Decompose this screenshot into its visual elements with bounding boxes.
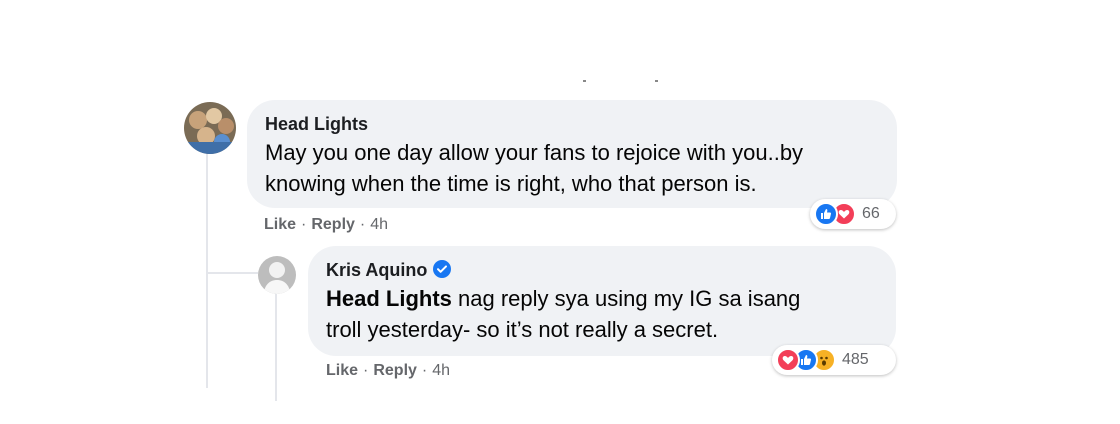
reply-timestamp[interactable]: 4h xyxy=(432,362,450,379)
comment-author-name[interactable]: Head Lights xyxy=(265,114,368,135)
reply-bubble: Kris Aquino Head Lights nag reply sya us… xyxy=(308,246,896,356)
comment-reaction-count: 66 xyxy=(862,205,880,222)
comment-text-line-2: knowing when the time is right, who that… xyxy=(265,171,757,196)
top-artifact xyxy=(655,80,658,82)
reply-text-line-2: troll yesterday- so it’s not really a se… xyxy=(326,317,719,342)
reply-mention[interactable]: Head Lights xyxy=(326,286,452,311)
reply-avatar-image xyxy=(258,256,296,294)
comment-actions: Like · Reply · 4h xyxy=(264,216,388,234)
reply-avatar[interactable] xyxy=(258,256,296,294)
top-artifact xyxy=(583,80,586,82)
comment-text-line-1: May you one day allow your fans to rejoi… xyxy=(265,140,804,165)
comment-bubble: Head Lights May you one day allow your f… xyxy=(247,100,897,208)
comment-reply-button[interactable]: Reply xyxy=(311,216,355,233)
reply-text-line-1-rest: nag reply sya using my IG sa isang xyxy=(451,286,801,311)
reply-text-line-1: Head Lights nag reply sya using my IG sa… xyxy=(326,283,896,314)
love-icon xyxy=(776,348,800,372)
separator-dot: · xyxy=(359,216,366,233)
comment-like-button[interactable]: Like xyxy=(264,216,296,233)
reply-text: Head Lights nag reply sya using my IG sa… xyxy=(326,283,896,345)
reply-reply-button[interactable]: Reply xyxy=(373,362,417,379)
reply-author-name[interactable]: Kris Aquino xyxy=(326,260,427,281)
thread-line-branch xyxy=(206,272,258,274)
reply-reactions[interactable]: 485 xyxy=(772,345,896,375)
comment-timestamp[interactable]: 4h xyxy=(370,216,388,233)
comment-reactions[interactable]: 66 xyxy=(810,199,896,229)
reply-like-button[interactable]: Like xyxy=(326,362,358,379)
verified-badge-icon xyxy=(433,260,452,278)
separator-dot: · xyxy=(421,362,428,379)
thread-line-reply xyxy=(275,293,277,401)
reply-author-row: Kris Aquino xyxy=(326,260,896,281)
thread-line-main xyxy=(206,154,208,388)
commenter-avatar[interactable] xyxy=(184,102,236,154)
separator-dot: · xyxy=(301,216,307,233)
like-icon xyxy=(814,202,838,226)
reply-reaction-count: 485 xyxy=(842,351,869,368)
separator-dot: · xyxy=(363,362,369,379)
comment-text: May you one day allow your fans to rejoi… xyxy=(265,137,897,199)
commenter-avatar-image xyxy=(184,102,236,154)
reply-actions: Like · Reply · 4h xyxy=(326,362,450,380)
